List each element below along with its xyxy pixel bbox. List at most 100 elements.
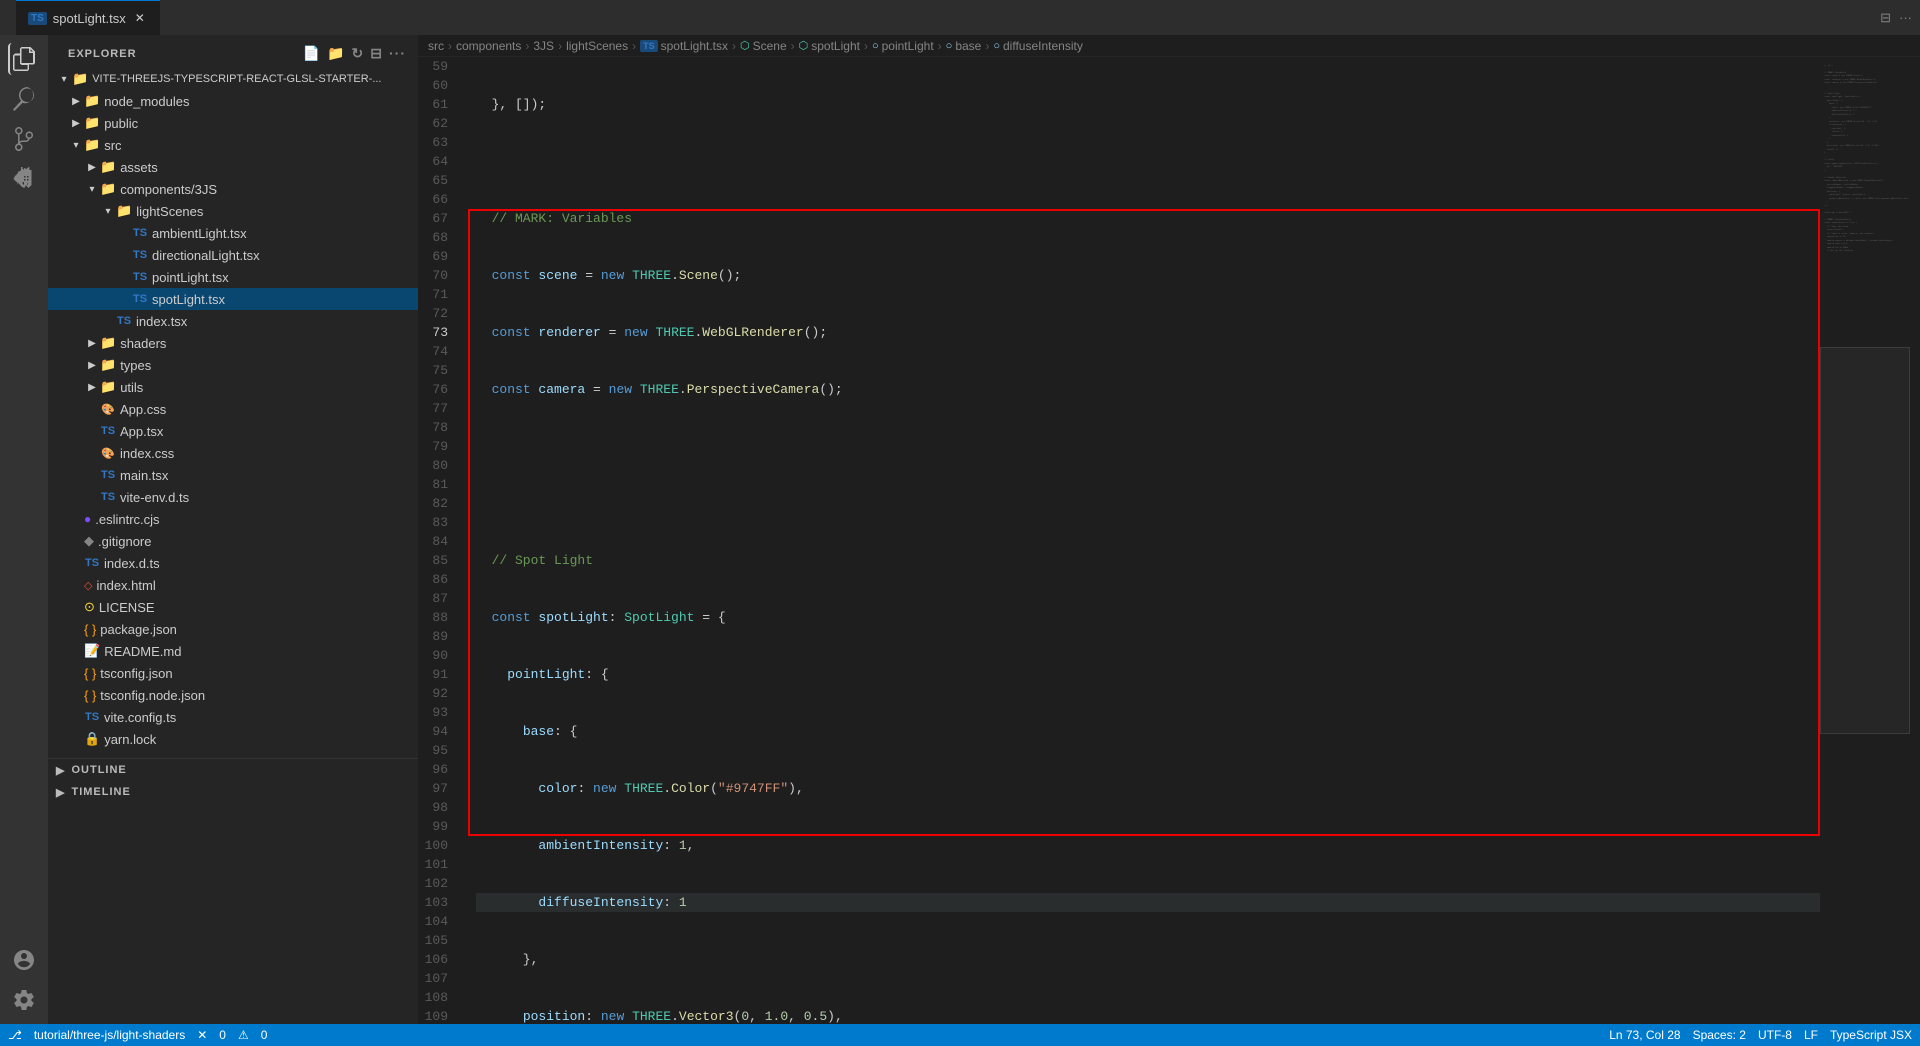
tree-tsconfig-node[interactable]: ▶ { } tsconfig.node.json — [48, 684, 418, 706]
bc-components[interactable]: components — [456, 39, 521, 53]
code-line-current: diffuseIntensity: 1 — [476, 893, 1820, 912]
line-ending-label[interactable]: LF — [1804, 1028, 1818, 1042]
timeline-arrow: ▶ — [56, 786, 65, 799]
minimap-viewport — [1820, 347, 1910, 734]
tree-vite-env[interactable]: ▶ TS vite-env.d.ts — [48, 486, 418, 508]
bc-pointlight[interactable]: ○pointLight — [872, 39, 934, 53]
tree-item-label: directionalLight.tsx — [152, 248, 260, 263]
tree-license[interactable]: ▶ ⊙ LICENSE — [48, 596, 418, 618]
tree-node-modules[interactable]: ▶ 📁 node_modules — [48, 90, 418, 112]
ts-icon6: TS — [84, 709, 100, 725]
activity-bar — [0, 35, 48, 1024]
expand-arrow: ▾ — [56, 74, 72, 85]
vertical-scrollbar[interactable] — [1910, 57, 1920, 1024]
bc-lightscenes[interactable]: lightScenes — [566, 39, 628, 53]
tree-utils[interactable]: ▶ 📁 utils — [48, 376, 418, 398]
code-line: const renderer = new THREE.WebGLRenderer… — [476, 323, 1820, 342]
encoding-label[interactable]: UTF-8 — [1758, 1028, 1792, 1042]
new-file-icon[interactable]: 📄 — [303, 45, 321, 62]
tree-root[interactable]: ▾ 📁 VITE-THREEJS-TYPESCRIPT-REACT-GLSL-S… — [48, 68, 418, 90]
ts-icon: TS — [116, 313, 132, 329]
tree-item-label: index.css — [120, 446, 174, 461]
collapse-all-icon[interactable]: ⊟ — [370, 45, 383, 62]
activity-explorer[interactable] — [8, 43, 40, 75]
tree-item-label: main.tsx — [120, 468, 168, 483]
tree-item-label: README.md — [104, 644, 181, 659]
tree-index-html[interactable]: ▶ ◇ index.html — [48, 574, 418, 596]
tree-item-label: tsconfig.json — [100, 666, 172, 681]
line-numbers: 59 60 61 62 63 64 65 66 67 68 69 70 71 7… — [418, 57, 468, 1024]
code-line: // MARK: Variables — [476, 209, 1820, 228]
error-count[interactable]: 0 — [219, 1028, 226, 1042]
code-line — [476, 152, 1820, 171]
tree-app-tsx[interactable]: ▶ TS App.tsx — [48, 420, 418, 442]
activity-settings[interactable] — [8, 984, 40, 1016]
tree-index-css[interactable]: ▶ 🎨 index.css — [48, 442, 418, 464]
ts-icon3: TS — [100, 467, 116, 483]
tree-public[interactable]: ▶ 📁 public — [48, 112, 418, 134]
tree-spotlight[interactable]: ▶ TS spotLight.tsx — [48, 288, 418, 310]
code-line: ambientIntensity: 1, — [476, 836, 1820, 855]
tree-directionallight[interactable]: ▶ TS directionalLight.tsx — [48, 244, 418, 266]
bc-src[interactable]: src — [428, 39, 444, 53]
tree-gitignore[interactable]: ▶ ◆ .gitignore — [48, 530, 418, 552]
tree-src[interactable]: ▾ 📁 src — [48, 134, 418, 156]
html-icon: ◇ — [84, 579, 92, 592]
tree-components[interactable]: ▾ 📁 components/3JS — [48, 178, 418, 200]
cursor-position[interactable]: Ln 73, Col 28 — [1609, 1028, 1680, 1042]
tree-item-label: ambientLight.tsx — [152, 226, 247, 241]
code-line: position: new THREE.Vector3(0, 1.0, 0.5)… — [476, 1007, 1820, 1024]
minimap-content: }, []); // MARK: Variables const scene =… — [1820, 57, 1910, 261]
tree-package-json[interactable]: ▶ { } package.json — [48, 618, 418, 640]
bc-scene[interactable]: ⬡Scene — [740, 39, 787, 53]
spaces-label[interactable]: Spaces: 2 — [1693, 1028, 1746, 1042]
tree-item-label: .gitignore — [98, 534, 151, 549]
tree-readme[interactable]: ▶ 📝 README.md — [48, 640, 418, 662]
tree-item-label: components/3JS — [120, 182, 217, 197]
timeline-header[interactable]: ▶ TIMELINE — [48, 781, 418, 803]
bc-spotlight[interactable]: ⬡spotLight — [799, 39, 860, 53]
ts-icon: TS — [132, 247, 148, 263]
bc-spotlight-tsx[interactable]: TS spotLight.tsx — [640, 39, 728, 53]
tree-app-css[interactable]: ▶ 🎨 App.css — [48, 398, 418, 420]
tree-pointlight[interactable]: ▶ TS pointLight.tsx — [48, 266, 418, 288]
tree-vite-config[interactable]: ▶ TS vite.config.ts — [48, 706, 418, 728]
warning-count[interactable]: 0 — [261, 1028, 268, 1042]
sidebar-title: EXPLORER — [68, 48, 137, 60]
tree-tsconfig[interactable]: ▶ { } tsconfig.json — [48, 662, 418, 684]
tree-index-tsx[interactable]: ▶ TS index.tsx — [48, 310, 418, 332]
tree-lightscenes[interactable]: ▾ 📁 lightScenes — [48, 200, 418, 222]
tree-main-tsx[interactable]: ▶ TS main.tsx — [48, 464, 418, 486]
code-content[interactable]: }, []); // MARK: Variables const scene =… — [468, 57, 1820, 1024]
activity-extensions[interactable] — [8, 163, 40, 195]
new-folder-icon[interactable]: 📁 — [327, 45, 345, 62]
split-editor-icon[interactable]: ⊟ — [1880, 10, 1891, 26]
tree-item-label: utils — [120, 380, 143, 395]
tree-ambientlight[interactable]: ▶ TS ambientLight.tsx — [48, 222, 418, 244]
ts-icon5: TS — [84, 555, 100, 571]
tab-spotLight[interactable]: TS spotLight.tsx ✕ — [16, 0, 160, 35]
tree-shaders[interactable]: ▶ 📁 shaders — [48, 332, 418, 354]
editor-area: src › components › 3JS › lightScenes › T… — [418, 35, 1920, 1024]
outline-header[interactable]: ▶ OUTLINE — [48, 759, 418, 781]
bc-3js[interactable]: 3JS — [533, 39, 554, 53]
code-line: const camera = new THREE.PerspectiveCame… — [476, 380, 1820, 399]
language-label[interactable]: TypeScript JSX — [1830, 1028, 1912, 1042]
activity-scm[interactable] — [8, 123, 40, 155]
tree-item-label: App.tsx — [120, 424, 163, 439]
tree-yarn-lock[interactable]: ▶ 🔒 yarn.lock — [48, 728, 418, 750]
bc-base[interactable]: ○base — [946, 39, 982, 53]
bc-diffuse[interactable]: ○diffuseIntensity — [993, 39, 1082, 53]
tree-assets[interactable]: ▶ 📁 assets — [48, 156, 418, 178]
activity-search[interactable] — [8, 83, 40, 115]
tree-eslint[interactable]: ▶ ● .eslintrc.cjs — [48, 508, 418, 530]
more-actions-icon[interactable]: ··· — [1899, 10, 1912, 25]
tree-item-label: tsconfig.node.json — [100, 688, 205, 703]
tree-types[interactable]: ▶ 📁 types — [48, 354, 418, 376]
more-icon[interactable]: ··· — [389, 45, 406, 62]
tree-index-dts[interactable]: ▶ TS index.d.ts — [48, 552, 418, 574]
git-branch-label[interactable]: tutorial/three-js/light-shaders — [34, 1028, 185, 1042]
activity-account[interactable] — [8, 944, 40, 976]
tab-close-button[interactable]: ✕ — [132, 10, 148, 26]
refresh-icon[interactable]: ↻ — [352, 45, 365, 62]
